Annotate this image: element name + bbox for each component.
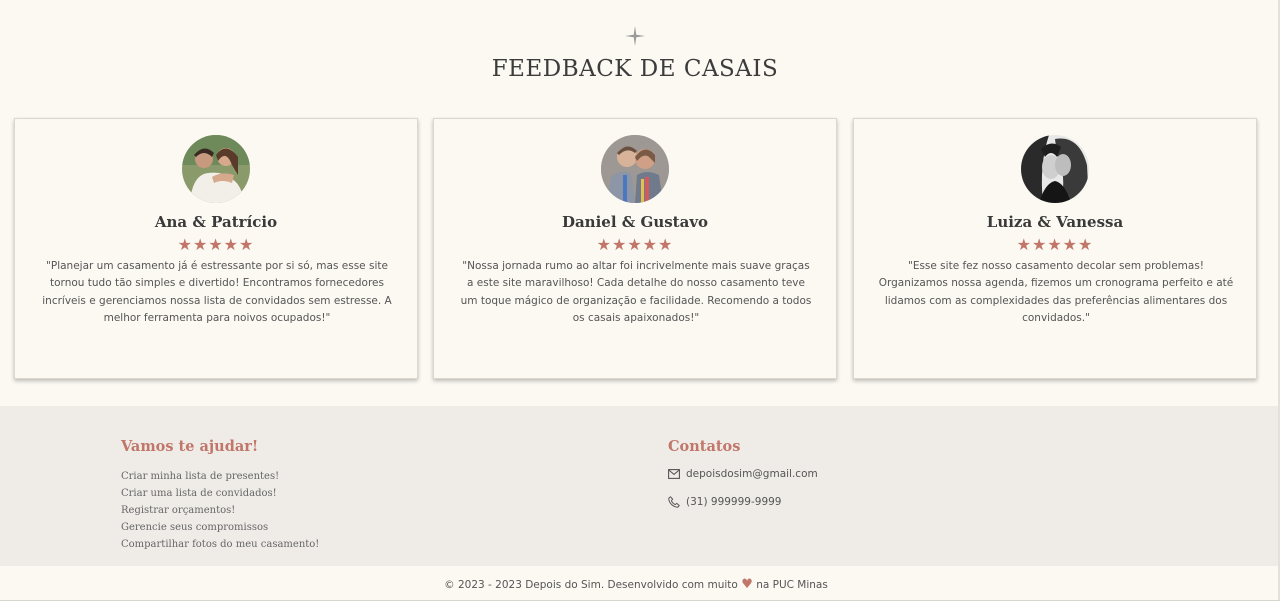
testimonial-card: Daniel & Gustavo ★★★★★ "Nossa jornada ru… [433,118,837,379]
testimonial-card: Ana & Patrício ★★★★★ "Planejar um casame… [14,118,418,379]
phone-icon [668,496,680,508]
help-link-guest-list[interactable]: Criar uma lista de convidados! [121,485,319,502]
feedback-section: FEEDBACK DE CASAIS Ana & Patrício ★★★★★ … [0,0,1280,406]
help-link-gift-list[interactable]: Criar minha lista de presentes! [121,468,319,485]
email-text: depoisdosim@gmail.com [686,468,818,480]
help-title: Vamos te ajudar! [121,438,259,455]
section-title: FEEDBACK DE CASAIS [491,56,779,82]
help-link-budgets[interactable]: Registrar orçamentos! [121,502,319,519]
avatar [1021,135,1089,203]
help-link-photos[interactable]: Compartilhar fotos do meu casamento! [121,536,319,553]
couple-names: Ana & Patrício [154,213,278,231]
star-rating: ★★★★★ [1016,235,1094,254]
avatar [182,135,250,203]
sparkle-icon [625,26,645,46]
testimonial-quote: "Planejar um casamento já é estressante … [42,260,392,324]
copyright-prefix: © 2023 - 2023 Depois do Sim. Desenvolvid… [444,579,738,591]
copyright-suffix: na PUC Minas [756,579,828,591]
couple-names: Daniel & Gustavo [561,213,709,231]
phone-contact[interactable]: (31) 999999-9999 [668,496,781,508]
site-footer: Vamos te ajudar! Criar minha lista de pr… [0,406,1280,566]
star-rating: ★★★★★ [596,235,674,254]
envelope-icon [668,469,680,479]
email-contact[interactable]: depoisdosim@gmail.com [668,468,818,480]
testimonial-quote: "Esse site fez nosso casamento decolar s… [878,260,1234,324]
phone-text: (31) 999999-9999 [686,496,782,508]
help-link-appointments[interactable]: Gerencie seus compromissos [121,519,319,536]
avatar [601,135,669,203]
star-rating: ★★★★★ [177,235,255,254]
contacts-title: Contatos [668,438,741,455]
copyright: © 2023 - 2023 Depois do Sim. Desenvolvid… [0,577,1272,592]
heart-icon: ♥ [741,577,753,592]
help-links: Criar minha lista de presentes! Criar um… [121,468,319,553]
testimonial-card: Luiza & Vanessa ★★★★★ "Esse site fez nos… [853,118,1257,379]
couple-names: Luiza & Vanessa [986,213,1124,231]
testimonial-quote: "Nossa jornada rumo ao altar foi incrive… [460,260,812,324]
